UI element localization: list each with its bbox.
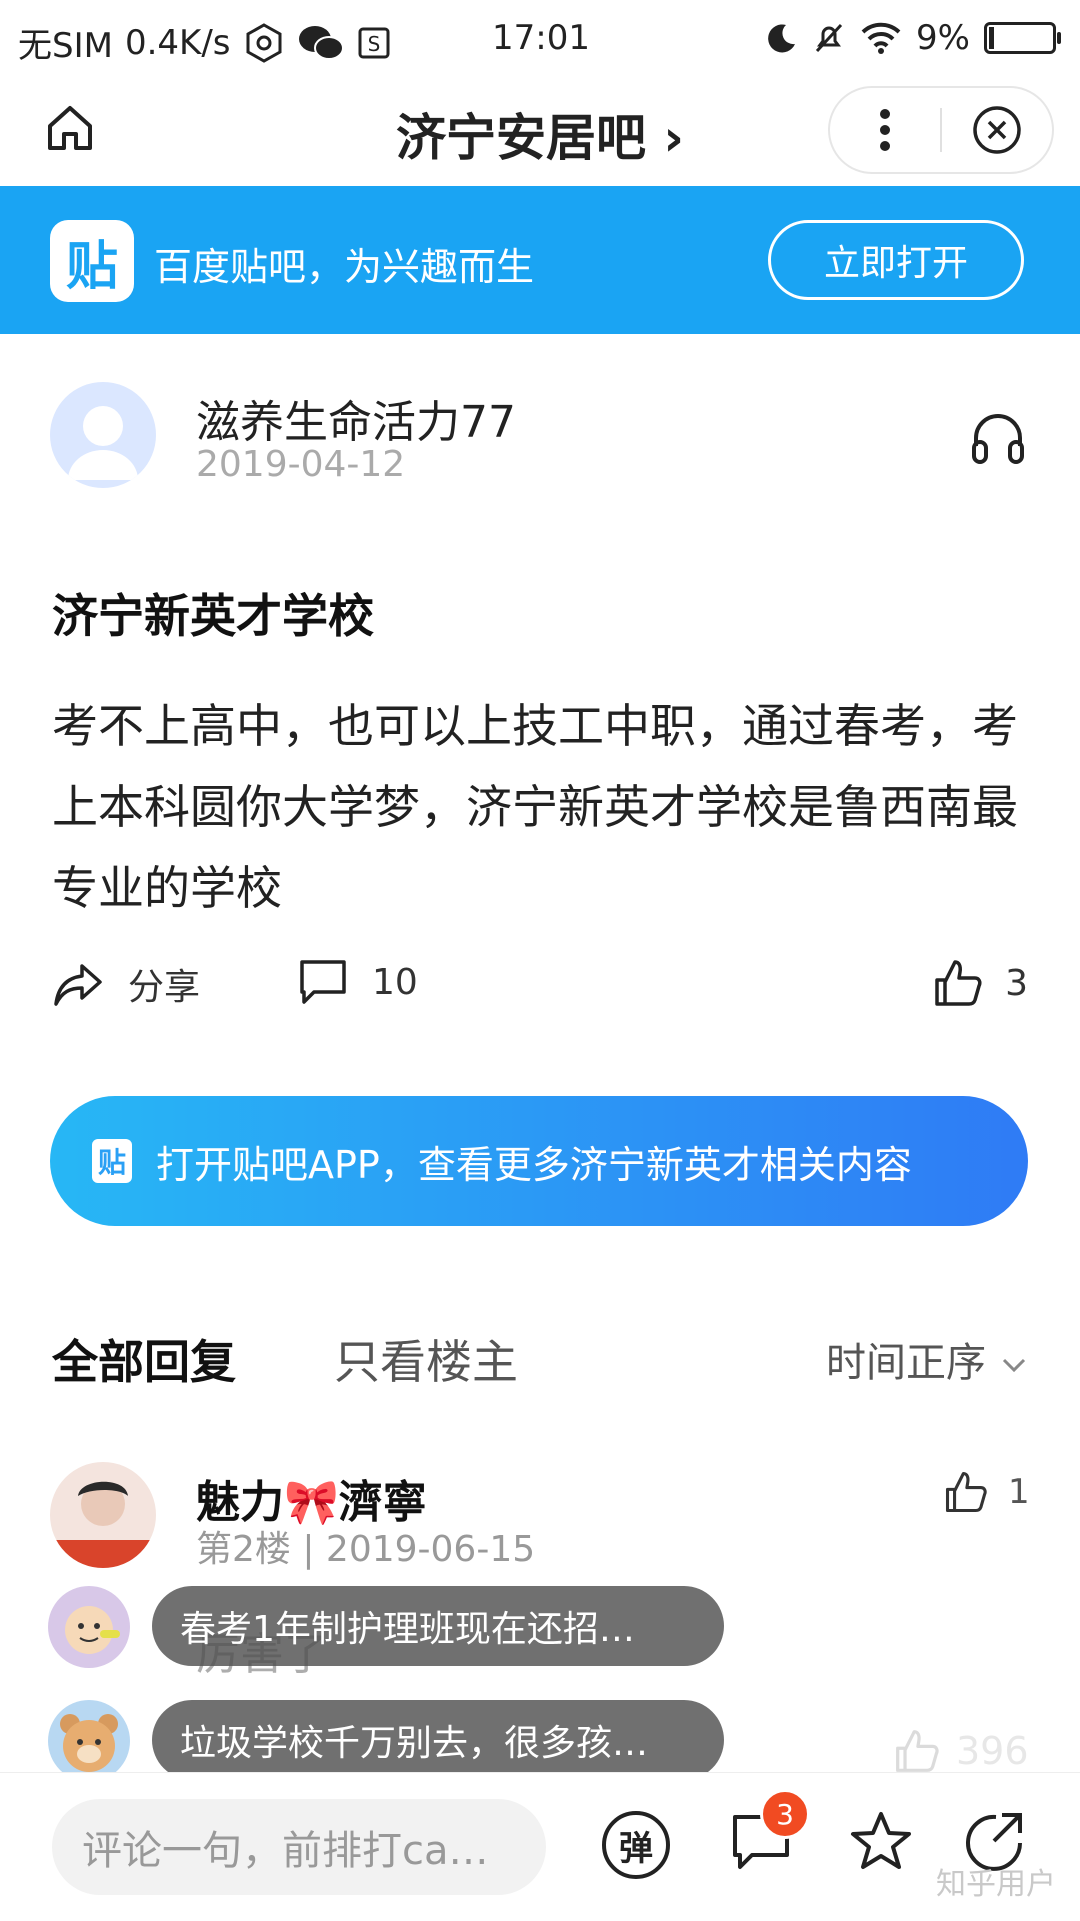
watermark: 知乎用户 bbox=[936, 1867, 1056, 1902]
reply-like-count: 1 bbox=[1008, 1472, 1030, 1512]
hexagon-settings-icon bbox=[246, 22, 281, 63]
sort-dropdown[interactable]: 时间正序 bbox=[826, 1330, 1028, 1388]
comment-input[interactable]: 评论一句，前排打ca… bbox=[52, 1799, 546, 1895]
message-badge: 3 bbox=[760, 1789, 810, 1839]
post-actions: 分享 10 3 bbox=[52, 958, 1028, 1018]
status-bar: 无SIM 0.4K/s S 17:01 9% bbox=[0, 0, 1080, 78]
author-avatar[interactable] bbox=[50, 382, 156, 488]
nav-bar: 济宁安居吧 › bbox=[0, 78, 1080, 186]
post-title: 济宁新英才学校 bbox=[52, 589, 374, 643]
battery-icon bbox=[984, 22, 1061, 54]
chevron-down-icon bbox=[1002, 1358, 1026, 1373]
close-button[interactable] bbox=[942, 88, 1052, 172]
svg-text:S: S bbox=[367, 32, 380, 56]
user-photo-icon bbox=[50, 1481, 156, 1568]
danmu-avatar bbox=[48, 1586, 130, 1668]
network-speed: 0.4K/s bbox=[124, 22, 231, 63]
mini-program-capsule bbox=[828, 86, 1054, 174]
reply-avatar[interactable] bbox=[50, 1462, 156, 1568]
cta-text: 打开贴吧APP，查看更多济宁新英才相关内容 bbox=[156, 1142, 912, 1187]
more-dots-icon bbox=[880, 109, 890, 151]
battery-fill bbox=[989, 27, 994, 49]
cta-tieba-logo: 贴 bbox=[92, 1139, 132, 1183]
reply-like-button[interactable]: 1 bbox=[944, 1470, 1030, 1514]
app-banner: 贴 百度贴吧，为兴趣而生 立即打开 bbox=[0, 186, 1080, 334]
danmu-bubble[interactable]: 垃圾学校千万别去，很多孩… bbox=[152, 1700, 724, 1780]
post-date: 2019-04-12 bbox=[196, 444, 406, 485]
bottom-bar: 评论一句，前排打ca… 弹 3 知乎用户 bbox=[0, 1772, 1080, 1921]
battery-percent: 9% bbox=[916, 18, 970, 58]
cartoon-face-icon bbox=[65, 1606, 120, 1654]
danmu-bubble[interactable]: 春考1年制护理班现在还招… bbox=[152, 1586, 724, 1666]
moon-icon bbox=[768, 24, 796, 53]
author-name[interactable]: 滋养生命活力77 bbox=[196, 386, 516, 450]
s-app-icon: S bbox=[358, 27, 389, 58]
banner-slogan: 百度贴吧，为兴趣而生 bbox=[154, 245, 535, 289]
comment-button[interactable]: 10 bbox=[298, 958, 418, 1006]
share-button[interactable]: 分享 bbox=[52, 958, 200, 1010]
status-time: 17:01 bbox=[492, 18, 590, 58]
thumbs-up-icon bbox=[945, 1471, 987, 1513]
headphones-icon[interactable] bbox=[968, 408, 1028, 468]
status-right: 9% bbox=[766, 18, 1061, 58]
mute-bell-icon bbox=[815, 23, 843, 53]
danmu-avatar bbox=[48, 1700, 130, 1782]
more-button[interactable] bbox=[830, 88, 940, 172]
faded-like-count: 396 bbox=[956, 1729, 1029, 1773]
share-icon bbox=[54, 964, 102, 1006]
open-app-cta[interactable]: 贴 打开贴吧APP，查看更多济宁新英才相关内容 bbox=[50, 1096, 1028, 1226]
like-button[interactable]: 3 bbox=[933, 958, 1028, 1008]
thumbs-up-icon bbox=[935, 960, 982, 1006]
carrier-label: 无SIM bbox=[18, 26, 113, 66]
wifi-icon bbox=[861, 22, 901, 54]
sort-label: 时间正序 bbox=[826, 1340, 986, 1386]
reply-floor-date: 第2楼 | 2019-06-15 bbox=[196, 1529, 536, 1570]
post-body: 考不上高中，也可以上技工中职，通过春考，考上本科圆你大学梦，济宁新英才学校是鲁西… bbox=[52, 699, 1018, 915]
thumbs-up-icon bbox=[896, 1730, 939, 1772]
open-app-button[interactable]: 立即打开 bbox=[768, 220, 1024, 300]
tieba-logo: 贴 bbox=[50, 220, 134, 302]
star-icon[interactable] bbox=[848, 1809, 914, 1875]
share-label: 分享 bbox=[128, 967, 201, 1008]
danmu-label: 弹 bbox=[619, 1828, 653, 1869]
comment-count: 10 bbox=[372, 961, 418, 1003]
status-left: 无SIM 0.4K/s S bbox=[18, 18, 391, 67]
tab-owner-only[interactable]: 只看楼主 bbox=[334, 1326, 518, 1392]
like-count: 3 bbox=[1005, 962, 1028, 1004]
faded-like: 396 bbox=[894, 1728, 1029, 1774]
comment-icon bbox=[300, 960, 346, 1004]
default-avatar-icon bbox=[68, 406, 138, 480]
wechat-icon bbox=[298, 25, 344, 60]
close-icon bbox=[973, 106, 1021, 154]
bear-icon bbox=[60, 1714, 118, 1772]
tab-all-replies[interactable]: 全部回复 bbox=[52, 1326, 236, 1392]
danmu-toggle-button[interactable]: 弹 bbox=[602, 1811, 670, 1879]
